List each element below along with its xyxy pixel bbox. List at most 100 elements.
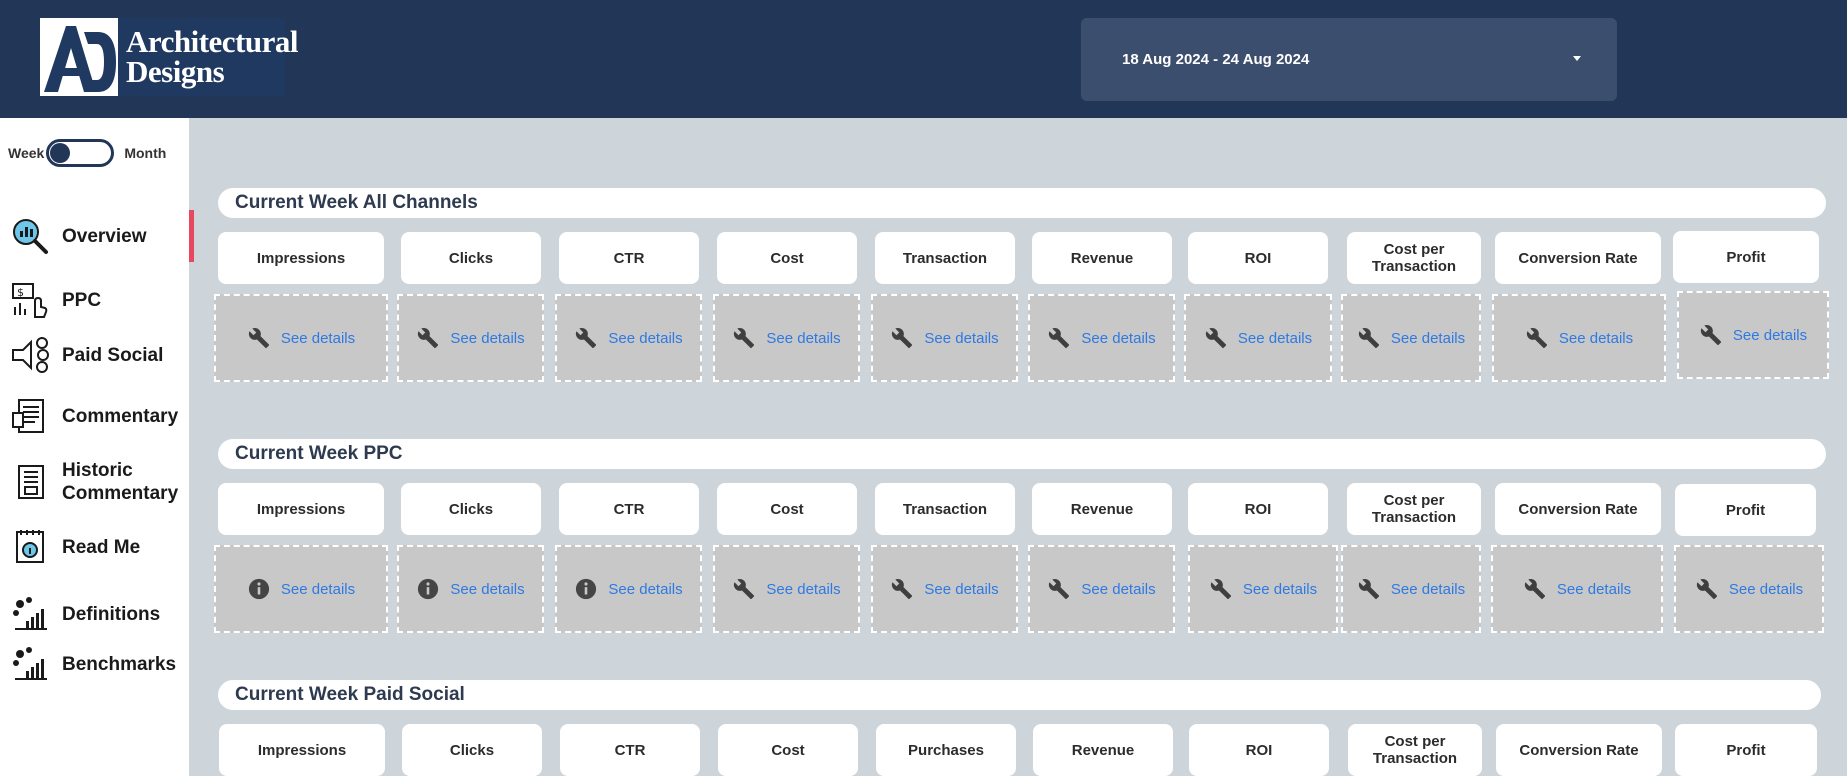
metric-card-roi: ROI [1188, 483, 1328, 535]
chevron-down-icon[interactable] [1573, 56, 1581, 61]
info-icon [247, 577, 271, 601]
metric-card-conversion-rate: Conversion Rate [1496, 724, 1662, 776]
detail-card[interactable]: See details [1341, 294, 1481, 382]
wrench-icon [890, 326, 914, 350]
metric-card-cost: Cost [717, 232, 857, 284]
detail-card[interactable]: See details [555, 294, 702, 382]
wrench-icon [1357, 326, 1381, 350]
see-details-link[interactable]: See details [1733, 327, 1807, 344]
logo-text: Architectural Designs [126, 24, 298, 89]
detail-card[interactable]: See details [1492, 294, 1666, 382]
sidebar-item-commentary[interactable]: Commentary [10, 396, 178, 436]
detail-card[interactable]: See details [214, 545, 388, 633]
date-range-value: 18 Aug 2024 - 24 Aug 2024 [1122, 51, 1310, 68]
social-network-icon [10, 335, 50, 375]
see-details-link[interactable]: See details [1238, 330, 1312, 347]
metric-card-ctr: CTR [560, 724, 700, 776]
see-details-link[interactable]: See details [1391, 330, 1465, 347]
see-details-link[interactable]: See details [766, 581, 840, 598]
detail-card[interactable]: See details [1028, 294, 1175, 382]
metric-card-revenue: Revenue [1032, 232, 1172, 284]
toggle-knob[interactable] [50, 143, 71, 163]
info-icon [416, 577, 440, 601]
wrench-icon [890, 577, 914, 601]
metric-card-roi: ROI [1188, 232, 1328, 284]
metric-card-conversion-rate: Conversion Rate [1495, 232, 1661, 284]
see-details-link[interactable]: See details [1559, 330, 1633, 347]
historic-document-icon [10, 462, 50, 502]
week-month-toggle[interactable] [46, 139, 115, 167]
see-details-link[interactable]: See details [1243, 581, 1317, 598]
wrench-icon [732, 326, 756, 350]
detail-card[interactable]: See details [555, 545, 702, 633]
detail-card[interactable]: See details [1674, 545, 1824, 633]
metric-card-cost-per-transaction: Cost per Transaction [1347, 483, 1481, 535]
metric-card-clicks: Clicks [401, 483, 541, 535]
detail-card[interactable]: See details [1184, 294, 1332, 382]
metric-card-transaction: Transaction [875, 483, 1015, 535]
sidebar-item-historic-commentary[interactable]: Historic Commentary [10, 459, 178, 505]
see-details-link[interactable]: See details [450, 581, 524, 598]
see-details-link[interactable]: See details [1081, 330, 1155, 347]
toggle-label-week: Week [8, 145, 45, 161]
date-range-picker[interactable]: 18 Aug 2024 - 24 Aug 2024 [1081, 18, 1617, 101]
detail-card[interactable]: See details [713, 545, 860, 633]
detail-card[interactable]: See details [397, 294, 544, 382]
metric-card-cost-per-transaction: Cost per Transaction [1348, 724, 1482, 776]
metric-card-profit: Profit [1673, 231, 1819, 283]
see-details-link[interactable]: See details [1391, 581, 1465, 598]
see-details-link[interactable]: See details [281, 330, 355, 347]
detail-card[interactable]: See details [397, 545, 544, 633]
see-details-link[interactable]: See details [766, 330, 840, 347]
metric-card-revenue: Revenue [1032, 483, 1172, 535]
toggle-label-month: Month [124, 145, 167, 161]
wrench-icon [1204, 326, 1228, 350]
detail-card[interactable]: See details [871, 545, 1018, 633]
wrench-icon [732, 577, 756, 601]
detail-card[interactable]: See details [871, 294, 1018, 382]
metric-card-ctr: CTR [559, 483, 699, 535]
see-details-link[interactable]: See details [924, 330, 998, 347]
see-details-link[interactable]: See details [450, 330, 524, 347]
detail-card[interactable]: See details [1188, 545, 1338, 633]
wrench-icon [1695, 577, 1719, 601]
metric-card-impressions: Impressions [219, 724, 385, 776]
sidebar-item-overview[interactable]: Overview [10, 216, 147, 256]
wrench-icon [1047, 577, 1071, 601]
wrench-icon [1525, 326, 1549, 350]
readme-info-icon [10, 527, 50, 567]
sidebar-item-ppc[interactable]: $ PPC [10, 280, 101, 320]
document-scroll-icon [10, 396, 50, 436]
section-header-all-channels: Current Week All Channels [218, 188, 1826, 218]
see-details-link[interactable]: See details [608, 330, 682, 347]
wrench-icon [1357, 577, 1381, 601]
metric-card-cost-per-transaction: Cost per Transaction [1347, 232, 1481, 284]
ad-logo-mark [40, 18, 118, 96]
sidebar-item-definitions[interactable]: Definitions [10, 594, 160, 634]
see-details-link[interactable]: See details [281, 581, 355, 598]
see-details-link[interactable]: See details [1729, 581, 1803, 598]
see-details-link[interactable]: See details [1557, 581, 1631, 598]
see-details-link[interactable]: See details [924, 581, 998, 598]
wrench-icon [574, 326, 598, 350]
detail-card[interactable]: See details [713, 294, 860, 382]
metric-card-profit: Profit [1675, 484, 1816, 536]
metric-card-transaction: Transaction [875, 232, 1015, 284]
see-details-link[interactable]: See details [608, 581, 682, 598]
detail-card[interactable]: See details [1491, 545, 1663, 633]
sidebar-item-label: Commentary [62, 405, 179, 427]
detail-card[interactable]: See details [214, 294, 388, 382]
detail-card[interactable]: See details [1028, 545, 1175, 633]
detail-card[interactable]: See details [1341, 545, 1481, 633]
section-header-ppc: Current Week PPC [218, 439, 1826, 469]
wrench-icon [1699, 323, 1723, 347]
metric-card-clicks: Clicks [401, 232, 541, 284]
detail-card[interactable]: See details [1677, 291, 1829, 379]
sidebar-item-read-me[interactable]: Read Me [10, 527, 140, 567]
sidebar-item-label: PPC [62, 289, 102, 311]
see-details-link[interactable]: See details [1081, 581, 1155, 598]
sidebar-item-paid-social[interactable]: Paid Social [10, 335, 163, 375]
metric-card-clicks: Clicks [402, 724, 542, 776]
sidebar-item-benchmarks[interactable]: Benchmarks [10, 644, 176, 684]
metric-card-ctr: CTR [559, 232, 699, 284]
